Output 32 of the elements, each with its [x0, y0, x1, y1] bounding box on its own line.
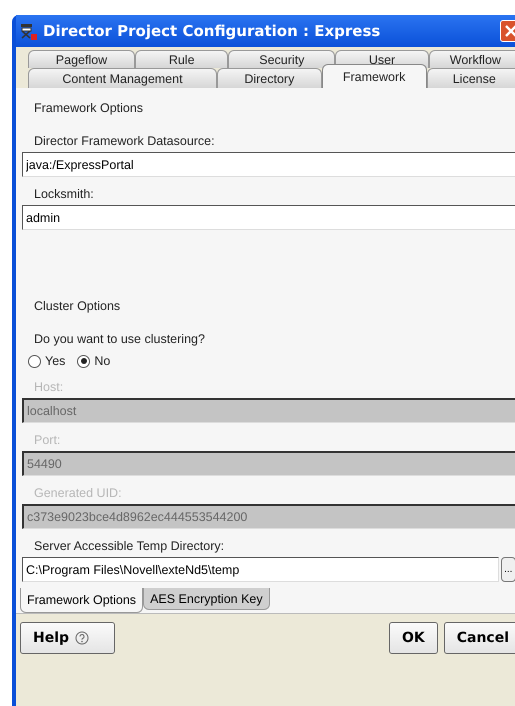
- radio-button[interactable]: No: [77, 354, 110, 368]
- field-label: Server Accessible Temp Directory:: [33, 539, 226, 553]
- field-label: Port:: [33, 433, 62, 447]
- tab[interactable]: Framework: [322, 64, 427, 88]
- help-button[interactable]: Help: [20, 622, 115, 654]
- tab[interactable]: Rule: [135, 50, 228, 68]
- close-icon: [505, 25, 515, 37]
- field-label: Locksmith:: [33, 187, 95, 201]
- ok-button[interactable]: OK: [388, 622, 438, 654]
- tab[interactable]: License: [426, 68, 515, 88]
- text-field[interactable]: admin: [22, 205, 515, 230]
- tab[interactable]: Pageflow: [28, 50, 136, 68]
- tab[interactable]: Workflow: [428, 50, 515, 68]
- tab[interactable]: Security: [228, 50, 336, 68]
- section-heading: Cluster Options: [33, 298, 122, 315]
- tab[interactable]: Framework Options: [20, 588, 144, 613]
- text-field[interactable]: java:/ExpressPortal: [22, 152, 515, 177]
- window-title: Director Project Configuration : Express: [43, 22, 382, 40]
- tab[interactable]: AES Encryption Key: [143, 588, 270, 610]
- director-chair-icon: [19, 22, 37, 40]
- browse-button[interactable]: ...: [500, 557, 515, 582]
- field-label: Generated UID:: [33, 486, 123, 500]
- field-label: Director Framework Datasource:: [33, 134, 216, 148]
- help-icon: [75, 631, 90, 645]
- tab[interactable]: Directory: [216, 68, 322, 88]
- cancel-button[interactable]: Cancel: [444, 622, 515, 654]
- radio-button[interactable]: Yes: [28, 354, 66, 368]
- text-field[interactable]: C:\Program Files\Novell\exteNd5\temp: [22, 557, 498, 582]
- field-label: Host:: [33, 380, 64, 394]
- tab[interactable]: Content Management: [28, 68, 217, 88]
- section-heading: Framework Options: [33, 100, 144, 117]
- question-text: Do you want to use clustering?: [33, 332, 206, 346]
